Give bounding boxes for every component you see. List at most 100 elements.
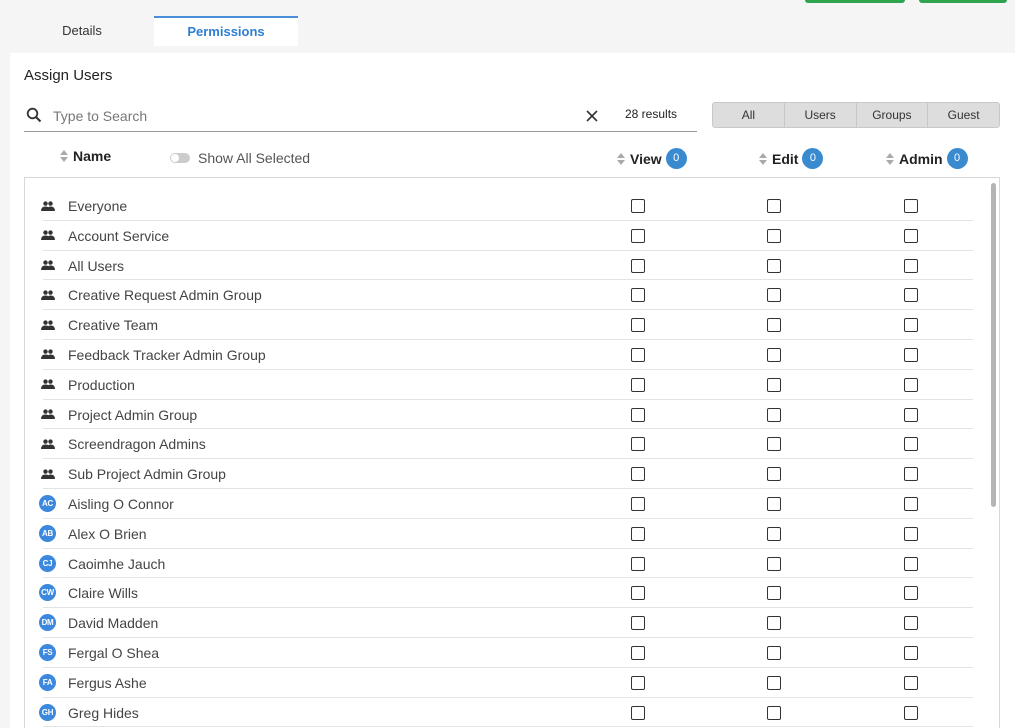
toggle-switch-icon [170, 153, 190, 163]
group-icon [39, 376, 56, 393]
admin-checkbox[interactable] [904, 645, 918, 660]
group-icon [39, 346, 56, 363]
view-checkbox[interactable] [631, 705, 645, 720]
column-header-name[interactable]: Name [60, 148, 111, 164]
avatar: CW [39, 584, 56, 602]
edit-checkbox[interactable] [767, 228, 781, 243]
group-icon [39, 465, 56, 482]
results-count: 28 results [625, 107, 678, 121]
edit-checkbox[interactable] [767, 288, 781, 303]
view-checkbox[interactable] [631, 228, 645, 243]
avatar-initials: AB [39, 524, 56, 542]
admin-checkbox[interactable] [904, 288, 918, 303]
admin-checkbox[interactable] [904, 199, 918, 213]
edit-checkbox[interactable] [767, 616, 781, 631]
edit-checkbox[interactable] [767, 496, 781, 511]
row-name: Account Service [68, 227, 170, 244]
admin-checkbox[interactable] [904, 496, 918, 511]
column-header-edit[interactable]: Edit 0 [759, 148, 824, 169]
admin-checkbox[interactable] [904, 437, 918, 452]
view-checkbox[interactable] [631, 645, 645, 660]
view-checkbox[interactable] [631, 675, 645, 690]
table-row: FS Fergal O Shea [39, 638, 973, 668]
edit-checkbox[interactable] [767, 258, 781, 273]
edit-checkbox[interactable] [767, 675, 781, 690]
view-checkbox[interactable] [631, 586, 645, 601]
column-header-view[interactable]: View 0 [617, 148, 687, 169]
show-all-selected-toggle[interactable]: Show All Selected [170, 150, 310, 166]
edit-checkbox[interactable] [767, 199, 781, 213]
admin-checkbox[interactable] [904, 705, 918, 720]
top-action-button-1[interactable] [805, 0, 905, 3]
edit-checkbox[interactable] [767, 437, 781, 452]
tab-details[interactable]: Details [10, 16, 154, 46]
admin-checkbox[interactable] [904, 377, 918, 392]
edit-checkbox[interactable] [767, 586, 781, 601]
search-bar [24, 101, 697, 132]
view-checkbox[interactable] [631, 467, 645, 482]
filter-groups[interactable]: Groups [857, 103, 929, 127]
permissions-list[interactable]: Everyone Account Service All Users Creative… [24, 177, 1000, 728]
group-icon [39, 435, 56, 452]
avatar-initials: DM [39, 614, 56, 632]
admin-checkbox[interactable] [904, 258, 918, 273]
view-checkbox[interactable] [631, 437, 645, 452]
column-header-edit-label: Edit [772, 150, 799, 167]
admin-checkbox[interactable] [904, 526, 918, 541]
top-action-button-2[interactable] [919, 0, 1007, 3]
edit-checkbox[interactable] [767, 318, 781, 333]
edit-checkbox[interactable] [767, 556, 781, 571]
avatar: GH [39, 703, 56, 721]
avatar: CJ [39, 554, 56, 572]
filter-all[interactable]: All [713, 103, 785, 127]
admin-checkbox[interactable] [904, 616, 918, 631]
edit-checkbox[interactable] [767, 377, 781, 392]
edit-checkbox[interactable] [767, 347, 781, 362]
admin-checkbox[interactable] [904, 347, 918, 362]
view-checkbox[interactable] [631, 318, 645, 333]
avatar: FA [39, 673, 56, 691]
tab-permissions[interactable]: Permissions [154, 16, 298, 46]
admin-checkbox[interactable] [904, 586, 918, 601]
edit-checkbox[interactable] [767, 467, 781, 482]
edit-checkbox[interactable] [767, 705, 781, 720]
admin-checkbox[interactable] [904, 467, 918, 482]
view-checkbox[interactable] [631, 258, 645, 273]
row-name: Fergal O Shea [68, 644, 160, 661]
filter-guest[interactable]: Guest [928, 103, 999, 127]
avatar-initials: FS [39, 643, 56, 661]
table-row: CJ Caoimhe Jauch [39, 549, 973, 579]
view-checkbox[interactable] [631, 556, 645, 571]
admin-checkbox[interactable] [904, 228, 918, 243]
table-row: Everyone [40, 191, 973, 221]
view-checkbox[interactable] [631, 199, 645, 213]
table-row: AB Alex O Brien [39, 519, 973, 549]
search-input[interactable] [53, 106, 573, 126]
row-name: David Madden [68, 615, 159, 632]
edit-checkbox[interactable] [767, 407, 781, 422]
scrollbar[interactable] [991, 183, 996, 507]
admin-checkbox[interactable] [904, 318, 918, 333]
view-checkbox[interactable] [631, 347, 645, 362]
edit-checkbox[interactable] [767, 526, 781, 541]
view-checkbox[interactable] [631, 407, 645, 422]
search-icon [26, 107, 42, 123]
row-name: Project Admin Group [68, 406, 198, 423]
edit-checkbox[interactable] [767, 645, 781, 660]
filter-users[interactable]: Users [785, 103, 857, 127]
admin-checkbox[interactable] [904, 675, 918, 690]
view-checkbox[interactable] [631, 288, 645, 303]
row-name: Greg Hides [68, 704, 139, 721]
admin-count-badge: 0 [946, 148, 968, 169]
view-checkbox[interactable] [631, 496, 645, 511]
table-row: Creative Request Admin Group [40, 280, 973, 311]
admin-checkbox[interactable] [904, 556, 918, 571]
view-checkbox[interactable] [631, 377, 645, 392]
section-title: Assign Users [24, 67, 113, 84]
avatar: AB [39, 524, 56, 542]
column-header-admin[interactable]: Admin 0 [886, 148, 968, 169]
view-checkbox[interactable] [631, 526, 645, 541]
close-icon[interactable] [584, 108, 600, 124]
view-checkbox[interactable] [631, 616, 645, 631]
admin-checkbox[interactable] [904, 407, 918, 422]
